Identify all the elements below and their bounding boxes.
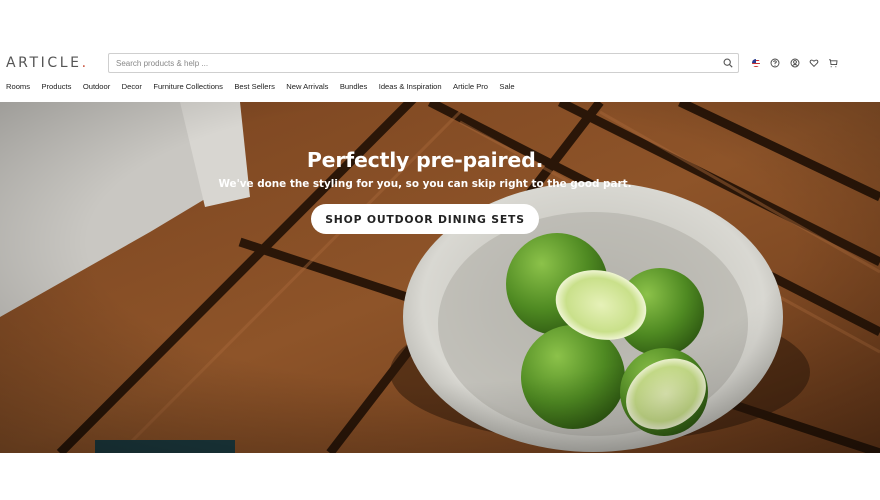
below-hero-area [0, 453, 880, 500]
nav-item-best-sellers[interactable]: Best Sellers [234, 82, 275, 92]
search-bar [108, 53, 739, 73]
nav-item-bundles[interactable]: Bundles [340, 82, 367, 92]
us-flag-icon[interactable] [750, 57, 762, 69]
shop-outdoor-dining-sets-button[interactable]: SHOP OUTDOOR DINING SETS [311, 204, 539, 234]
nav-item-sale[interactable]: Sale [499, 82, 514, 92]
nav-item-new-arrivals[interactable]: New Arrivals [286, 82, 328, 92]
utility-icons [750, 57, 846, 69]
logo-dot: . [81, 55, 87, 71]
main-nav: Rooms Products Outdoor Decor Furniture C… [6, 82, 526, 92]
nav-item-outdoor[interactable]: Outdoor [83, 82, 110, 92]
hero-title: Perfectly pre-paired. [306, 148, 544, 172]
nav-item-ideas-inspiration[interactable]: Ideas & Inspiration [379, 82, 442, 92]
nav-item-article-pro[interactable]: Article Pro [453, 82, 488, 92]
help-icon[interactable] [769, 57, 781, 69]
nav-item-rooms[interactable]: Rooms [6, 82, 30, 92]
search-input[interactable] [109, 54, 718, 72]
account-icon[interactable] [789, 57, 801, 69]
site-header: ARTICLE. Rooms Products Outdoor Decor Fu… [0, 0, 880, 102]
logo-text: ARTICLE [6, 55, 82, 71]
hero-subtitle: We've done the styling for you, so you c… [218, 178, 632, 190]
nav-item-furniture-collections[interactable]: Furniture Collections [153, 82, 223, 92]
article-logo[interactable]: ARTICLE. [6, 55, 86, 71]
nav-item-products[interactable]: Products [41, 82, 71, 92]
wishlist-heart-icon[interactable] [808, 57, 820, 69]
nav-item-decor[interactable]: Decor [122, 82, 142, 92]
cart-icon[interactable] [827, 57, 839, 69]
search-icon[interactable] [718, 54, 738, 72]
hero-banner: Perfectly pre-paired. We've done the sty… [0, 102, 880, 453]
